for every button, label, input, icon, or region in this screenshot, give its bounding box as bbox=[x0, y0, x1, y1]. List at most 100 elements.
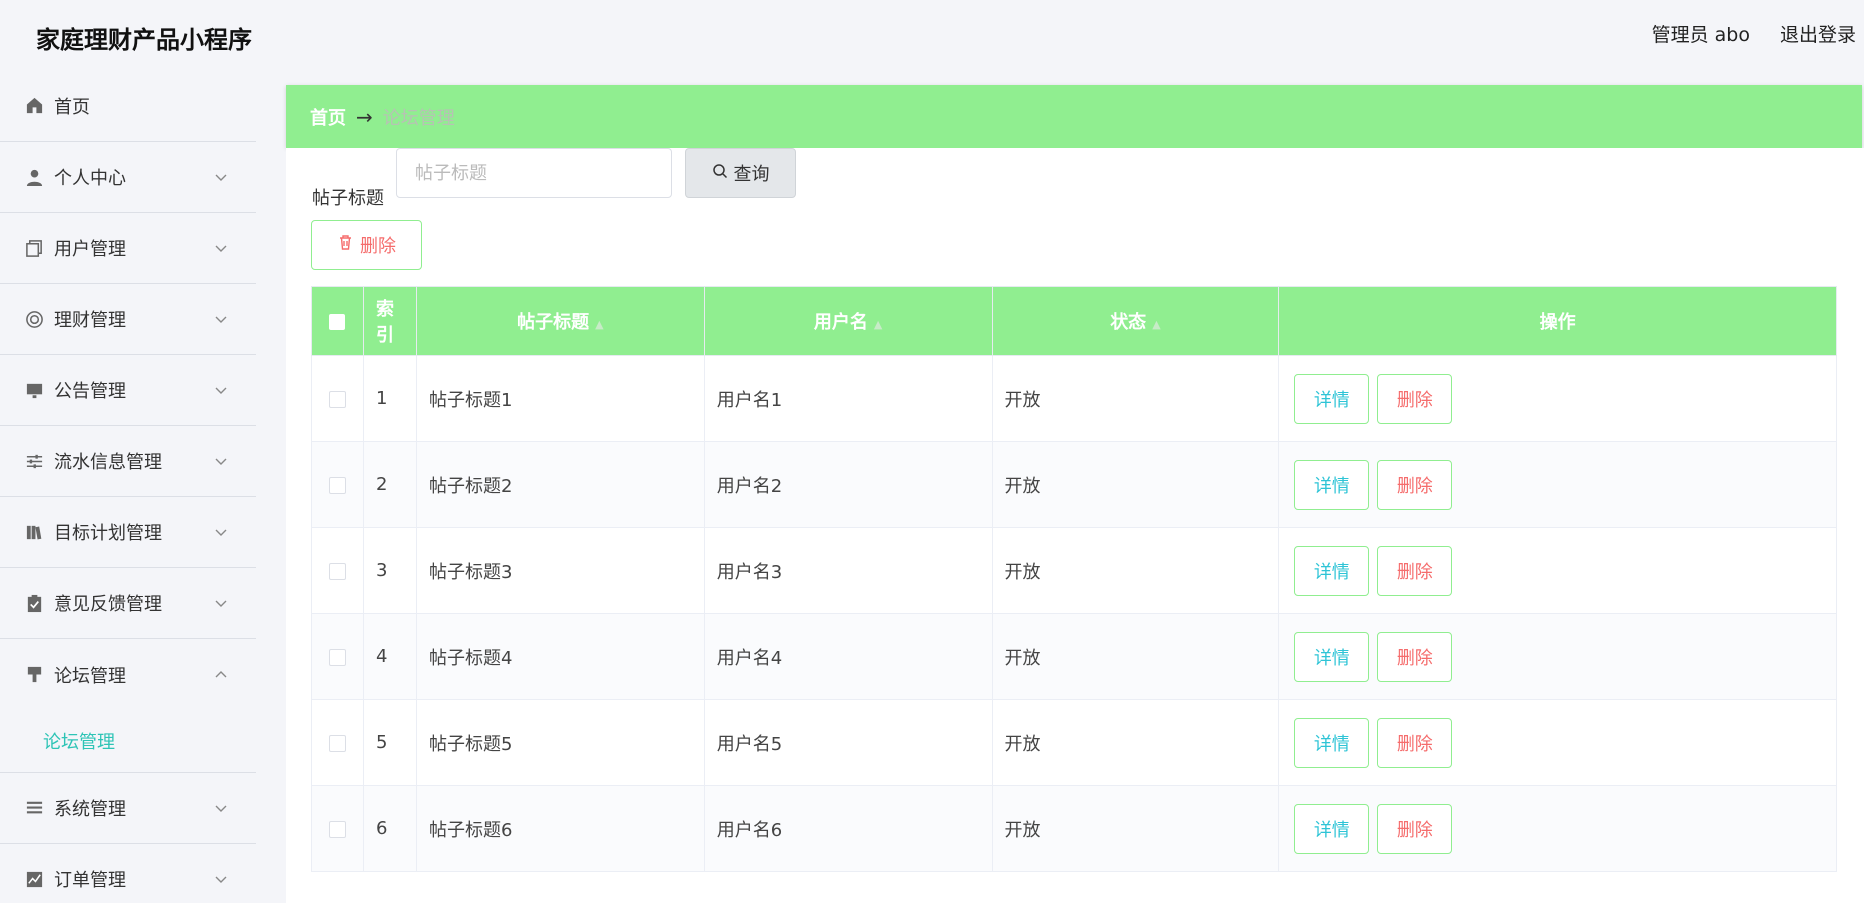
detail-button[interactable]: 详情 bbox=[1294, 545, 1370, 596]
sidebar-item-label: 系统管理 bbox=[54, 799, 126, 820]
sidebar-item-announcement-management[interactable]: 公告管理 bbox=[0, 355, 256, 426]
sidebar-item-feedback-management[interactable]: 意见反馈管理 bbox=[0, 568, 256, 639]
sidebar-item-forum-management[interactable]: 论坛管理 bbox=[0, 639, 256, 710]
column-header-status-label: 状态 bbox=[1110, 312, 1147, 333]
sidebar-item-label: 公告管理 bbox=[54, 381, 126, 402]
row-delete-button[interactable]: 删除 bbox=[1377, 631, 1453, 682]
cell-actions: 详情 删除 bbox=[1278, 527, 1837, 614]
forum-table: 索引 帖子标题 ▲ 用户名 ▲ 状态 ▲ 操作 1 帖子标题1 用户名1 开放 详情 删除 2 帖子… bbox=[311, 286, 1837, 872]
row-checkbox-cell[interactable] bbox=[311, 527, 364, 614]
sidebar-item-label: 订单管理 bbox=[54, 870, 126, 891]
row-checkbox[interactable] bbox=[328, 648, 346, 666]
cell-status: 开放 bbox=[991, 613, 1280, 700]
select-all-checkbox[interactable] bbox=[311, 286, 364, 356]
row-checkbox-cell[interactable] bbox=[311, 699, 364, 786]
row-checkbox[interactable] bbox=[328, 734, 346, 752]
row-checkbox-cell[interactable] bbox=[311, 785, 364, 872]
cell-actions: 详情 删除 bbox=[1278, 785, 1837, 872]
table-row: 2 帖子标题2 用户名2 开放 详情 删除 bbox=[311, 441, 1837, 528]
logout-link[interactable]: 退出登录 bbox=[1780, 20, 1856, 47]
cell-username: 用户名6 bbox=[703, 785, 993, 872]
sliders-icon bbox=[24, 451, 44, 471]
copy-icon bbox=[24, 238, 44, 258]
cell-status: 开放 bbox=[991, 355, 1280, 442]
chevron-down-icon bbox=[214, 452, 228, 466]
row-checkbox[interactable] bbox=[328, 562, 346, 580]
column-header-title[interactable]: 帖子标题 ▲ bbox=[415, 286, 705, 356]
cell-index: 1 bbox=[362, 355, 417, 442]
chevron-down-icon bbox=[214, 168, 228, 182]
trash-icon bbox=[337, 234, 354, 256]
search-input[interactable] bbox=[396, 148, 672, 198]
row-delete-button[interactable]: 删除 bbox=[1377, 545, 1453, 596]
detail-button[interactable]: 详情 bbox=[1294, 717, 1370, 768]
cell-status: 开放 bbox=[991, 785, 1280, 872]
content-panel: 帖子标题 查询 删除 bbox=[286, 148, 1864, 903]
sidebar-item-label: 目标计划管理 bbox=[54, 523, 162, 544]
sidebar-item-user-management[interactable]: 用户管理 bbox=[0, 213, 256, 284]
row-checkbox-cell[interactable] bbox=[311, 355, 364, 442]
detail-button[interactable]: 详情 bbox=[1294, 373, 1370, 424]
sidebar-item-system-management[interactable]: 系统管理 bbox=[0, 773, 256, 844]
table-row: 1 帖子标题1 用户名1 开放 详情 删除 bbox=[311, 355, 1837, 442]
batch-delete-button[interactable]: 删除 bbox=[311, 220, 422, 270]
row-checkbox[interactable] bbox=[328, 820, 346, 838]
sidebar-item-transaction-management[interactable]: 流水信息管理 bbox=[0, 426, 256, 497]
sidebar-subitem-forum-management[interactable]: 论坛管理 bbox=[0, 710, 256, 773]
row-delete-button[interactable]: 删除 bbox=[1377, 717, 1453, 768]
row-delete-button[interactable]: 删除 bbox=[1377, 459, 1453, 510]
row-checkbox[interactable] bbox=[328, 390, 346, 408]
cell-title: 帖子标题1 bbox=[415, 355, 705, 442]
sidebar-item-order-management[interactable]: 订单管理 bbox=[0, 844, 256, 903]
table-row: 3 帖子标题3 用户名3 开放 详情 删除 bbox=[311, 527, 1837, 614]
search-button[interactable]: 查询 bbox=[685, 148, 796, 198]
sort-icon[interactable]: ▲ bbox=[874, 318, 882, 331]
detail-button[interactable]: 详情 bbox=[1294, 631, 1370, 682]
sidebar-item-label: 个人中心 bbox=[54, 168, 126, 189]
row-checkbox[interactable] bbox=[328, 476, 346, 494]
cell-index: 3 bbox=[362, 527, 417, 614]
column-header-username[interactable]: 用户名 ▲ bbox=[703, 286, 993, 356]
breadcrumb-home-link[interactable]: 首页 bbox=[310, 104, 346, 130]
batch-delete-label: 删除 bbox=[360, 236, 396, 257]
sidebar-item-goal-plan-management[interactable]: 目标计划管理 bbox=[0, 497, 256, 568]
arrow-right-icon: → bbox=[356, 104, 373, 129]
row-checkbox-cell[interactable] bbox=[311, 441, 364, 528]
chevron-down-icon bbox=[214, 239, 228, 253]
cell-index: 6 bbox=[362, 785, 417, 872]
breadcrumb-current: 论坛管理 bbox=[382, 107, 455, 129]
column-header-username-label: 用户名 bbox=[813, 312, 868, 333]
sidebar-item-label: 意见反馈管理 bbox=[54, 594, 162, 615]
sidebar-item-finance-management[interactable]: 理财管理 bbox=[0, 284, 256, 355]
table-row: 6 帖子标题6 用户名6 开放 详情 删除 bbox=[311, 785, 1837, 872]
cell-actions: 详情 删除 bbox=[1278, 699, 1837, 786]
search-button-label: 查询 bbox=[733, 164, 770, 185]
column-header-index: 索引 bbox=[362, 286, 417, 356]
cell-username: 用户名4 bbox=[703, 613, 993, 700]
sort-icon[interactable]: ▲ bbox=[1152, 318, 1160, 331]
column-header-title-label: 帖子标题 bbox=[517, 312, 590, 333]
chevron-down-icon bbox=[214, 381, 228, 395]
cell-actions: 详情 删除 bbox=[1278, 355, 1837, 442]
row-checkbox-cell[interactable] bbox=[311, 613, 364, 700]
cell-username: 用户名3 bbox=[703, 527, 993, 614]
sidebar-item-home[interactable]: 首页 bbox=[0, 70, 256, 142]
cell-actions: 详情 删除 bbox=[1278, 613, 1837, 700]
cell-status: 开放 bbox=[991, 527, 1280, 614]
column-header-status[interactable]: 状态 ▲ bbox=[991, 286, 1280, 356]
home-icon bbox=[24, 96, 44, 116]
top-bar-right: 管理员 abo 退出登录 bbox=[1652, 20, 1856, 47]
detail-button[interactable]: 详情 bbox=[1294, 459, 1370, 510]
top-bar: 家庭理财产品小程序 管理员 abo 退出登录 bbox=[0, 0, 1864, 70]
chevron-down-icon bbox=[214, 523, 228, 537]
detail-button[interactable]: 详情 bbox=[1294, 803, 1370, 854]
row-delete-button[interactable]: 删除 bbox=[1377, 803, 1453, 854]
cell-title: 帖子标题6 bbox=[415, 785, 705, 872]
row-delete-button[interactable]: 删除 bbox=[1377, 373, 1453, 424]
chevron-down-icon bbox=[214, 594, 228, 608]
sidebar-item-personal-center[interactable]: 个人中心 bbox=[0, 142, 256, 213]
sidebar-item-label: 首页 bbox=[54, 96, 90, 118]
sidebar-item-label: 用户管理 bbox=[54, 239, 126, 260]
books-icon bbox=[24, 522, 44, 542]
sort-icon[interactable]: ▲ bbox=[595, 318, 603, 331]
